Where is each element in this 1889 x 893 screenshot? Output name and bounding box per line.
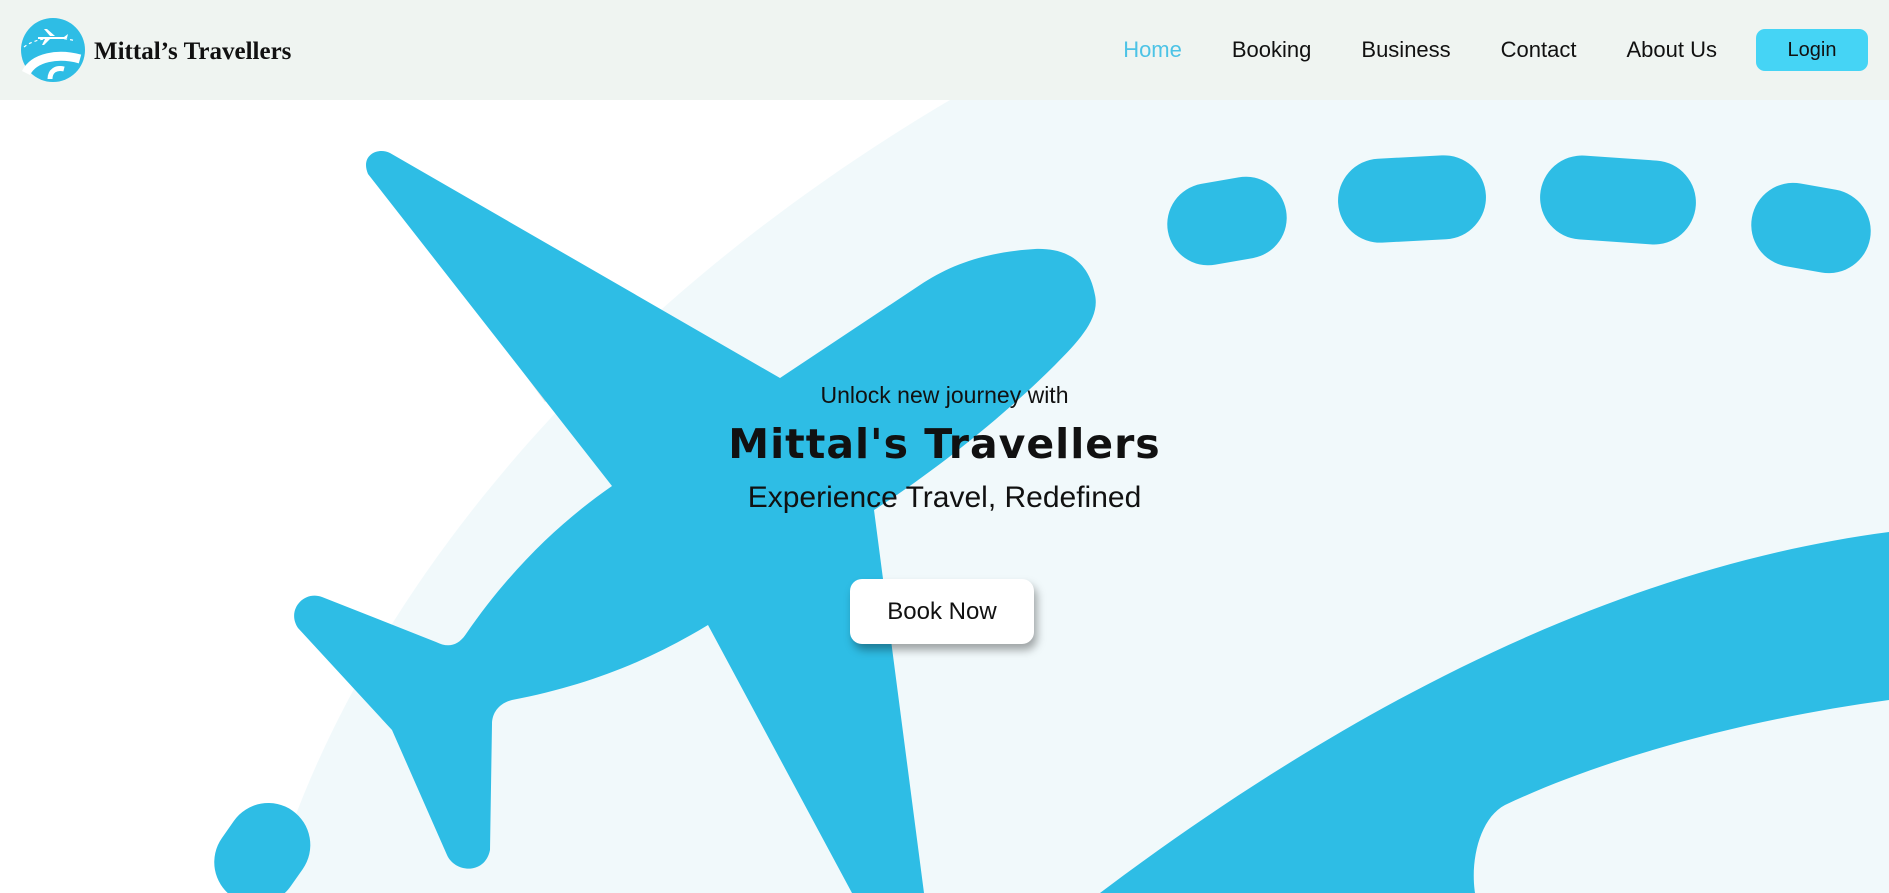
- book-now-button[interactable]: Book Now: [850, 579, 1034, 644]
- top-navbar: Mittal’s Travellers Home Booking Busines…: [0, 0, 1889, 100]
- nav-links: Home Booking Business Contact About Us L…: [1123, 0, 1889, 100]
- nav-contact[interactable]: Contact: [1501, 37, 1577, 63]
- nav-home[interactable]: Home: [1123, 37, 1182, 63]
- login-button[interactable]: Login: [1756, 29, 1868, 71]
- airplane-globe-logo-icon: [21, 18, 85, 82]
- hero-section: Unlock new journey with Mittal's Travell…: [0, 0, 1889, 893]
- nav-about-us[interactable]: About Us: [1627, 37, 1718, 63]
- nav-business[interactable]: Business: [1361, 37, 1450, 63]
- brand-name: Mittal’s Travellers: [94, 37, 292, 65]
- brand[interactable]: Mittal’s Travellers: [20, 17, 291, 83]
- hero-subtitle: Experience Travel, Redefined: [747, 481, 1142, 514]
- hero-title: Mittal's Travellers: [728, 420, 1161, 468]
- hero-tagline: Unlock new journey with: [820, 382, 1069, 408]
- nav-booking[interactable]: Booking: [1232, 37, 1312, 63]
- page: Mittal’s Travellers Home Booking Busines…: [0, 0, 1889, 893]
